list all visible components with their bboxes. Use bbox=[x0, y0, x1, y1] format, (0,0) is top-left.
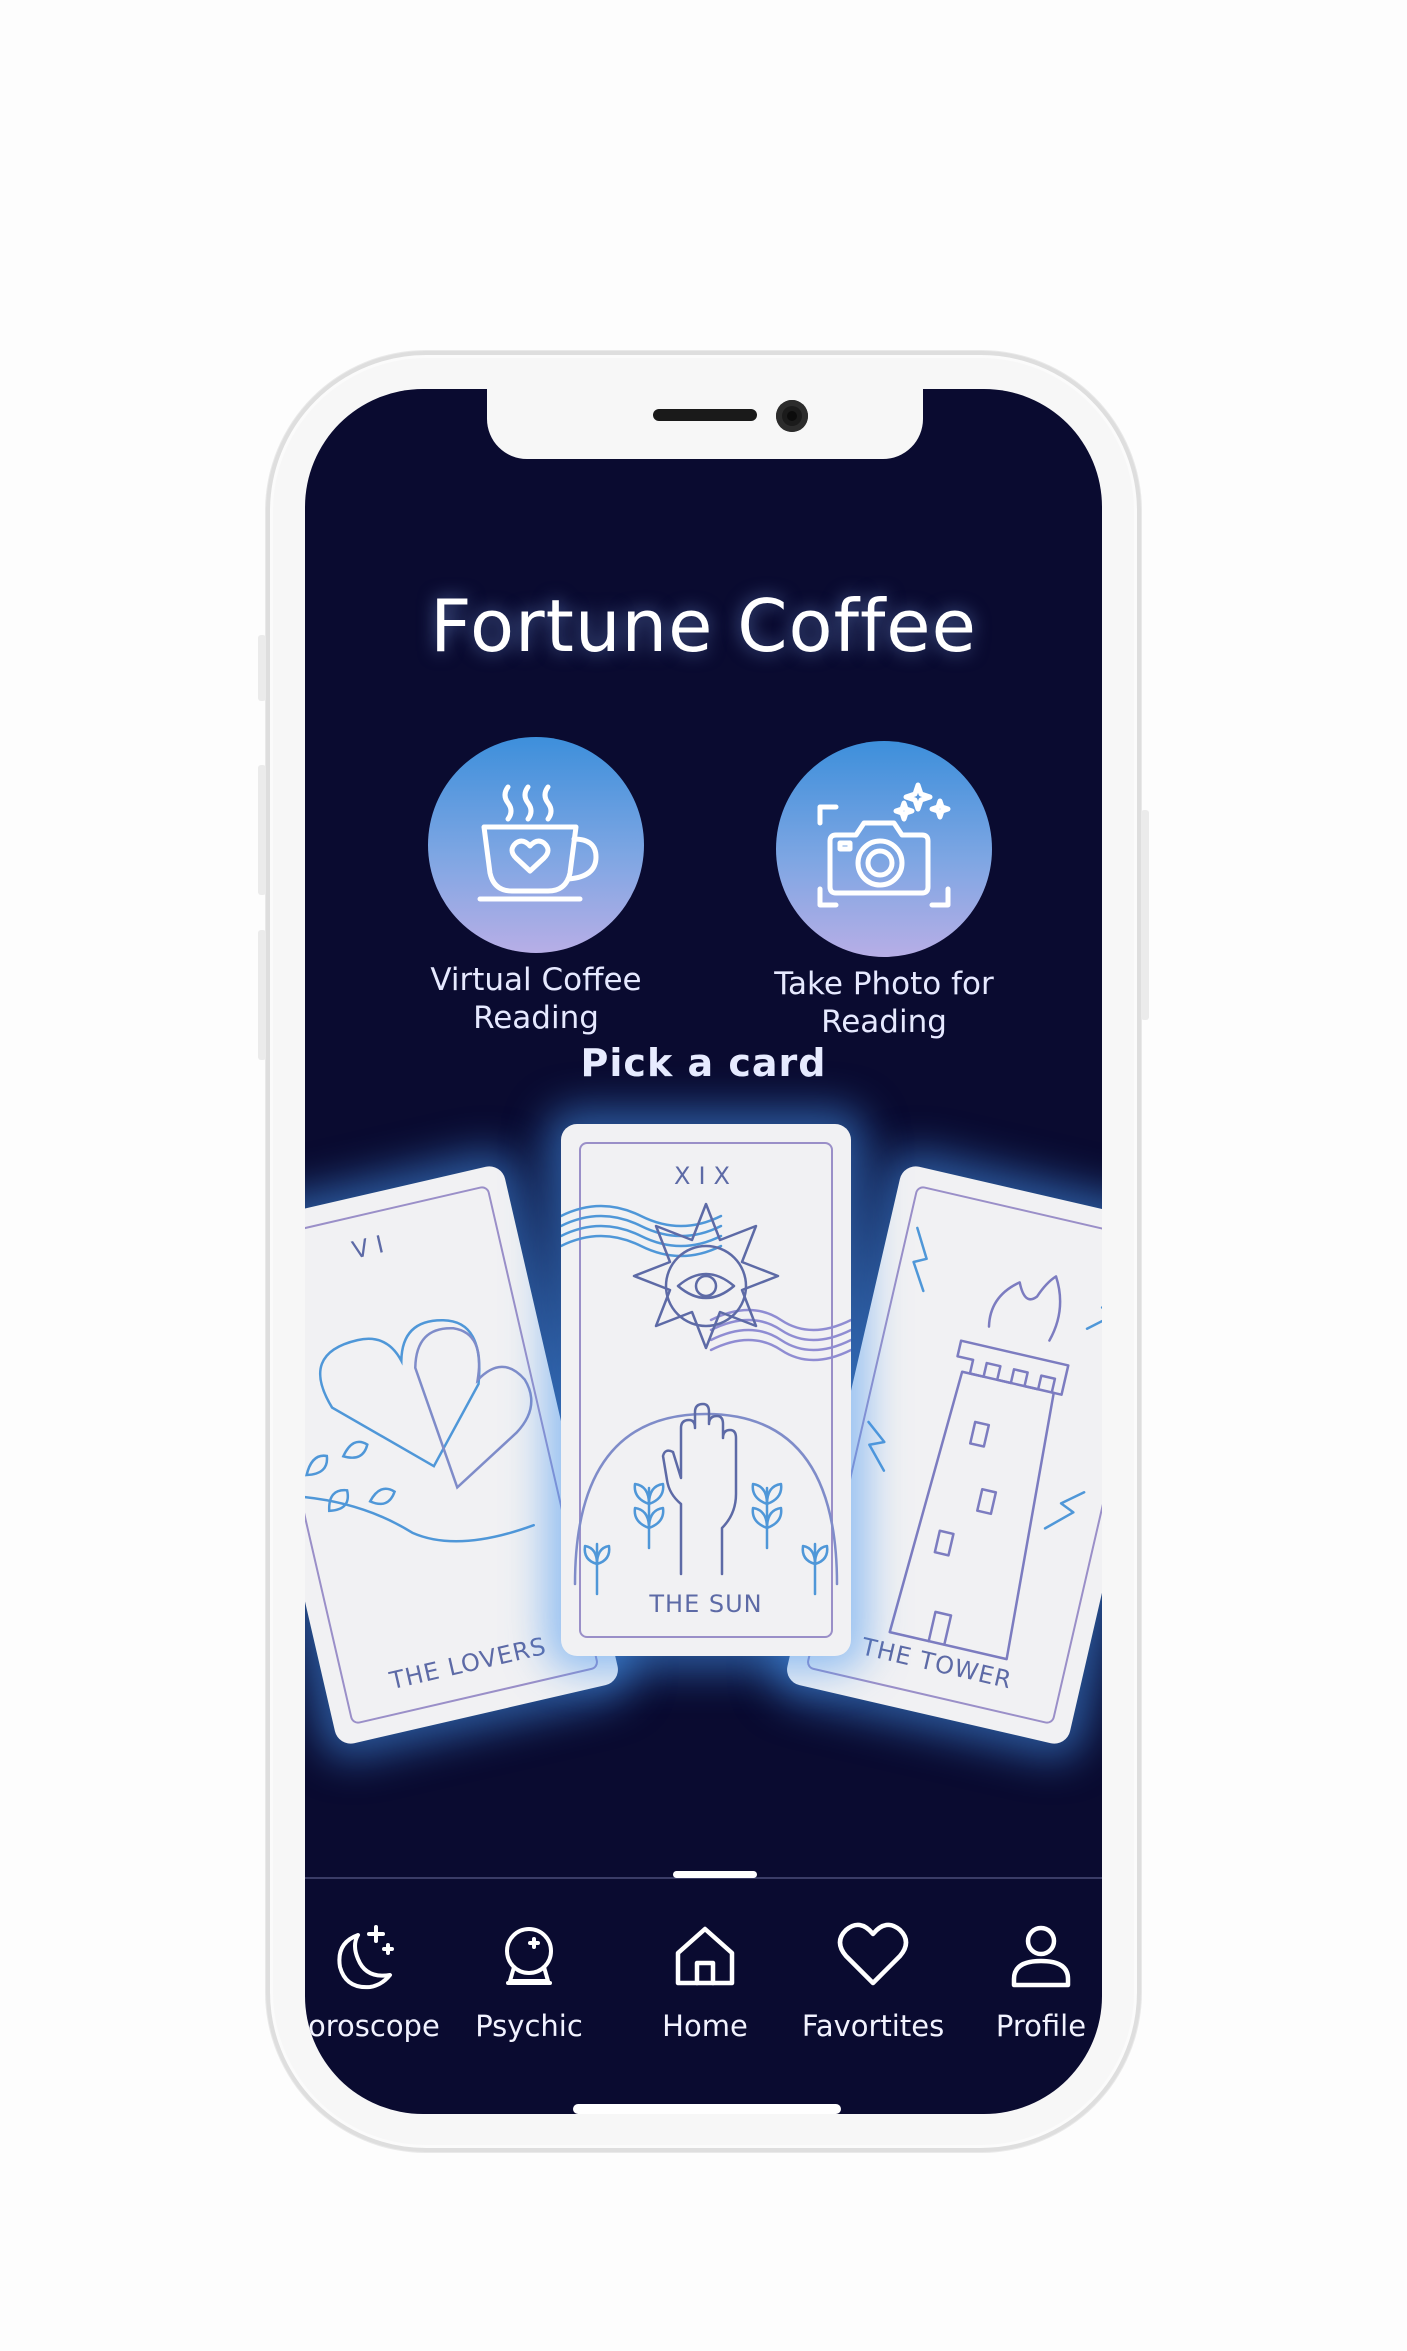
card-the-sun[interactable]: XIX THE SUN bbox=[561, 1124, 851, 1656]
take-photo-label: Take Photo for Reading bbox=[774, 966, 994, 1040]
tab-horoscope[interactable]: Horoscope bbox=[305, 1919, 447, 2043]
virtual-coffee-circle bbox=[428, 737, 644, 953]
virtual-coffee-label: Virtual Coffee Reading bbox=[430, 962, 642, 1036]
notch bbox=[487, 389, 923, 459]
page: Fortune Coffee Virtual Coffee Reading Ta… bbox=[0, 0, 1407, 2351]
pick-a-card-heading: Pick a card bbox=[580, 1041, 827, 1085]
tab-favorites-label: Favortites bbox=[801, 2009, 945, 2043]
volume-down-button bbox=[258, 930, 266, 1060]
take-photo-circle bbox=[776, 741, 992, 957]
power-button bbox=[1141, 810, 1149, 1020]
home-indicator[interactable] bbox=[573, 2104, 841, 2114]
tab-profile[interactable]: Profile bbox=[957, 1919, 1102, 2043]
front-camera bbox=[776, 400, 808, 432]
coffee-cup-heart-icon bbox=[477, 784, 599, 902]
tab-profile-label: Profile bbox=[995, 2009, 1087, 2043]
speaker bbox=[653, 409, 757, 421]
tab-horoscope-label: Horoscope bbox=[305, 2009, 440, 2043]
take-photo-reading-button[interactable]: Take Photo for Reading bbox=[754, 741, 1014, 1041]
camera-sparkle-icon bbox=[817, 782, 951, 908]
heart-icon bbox=[837, 1922, 909, 1986]
moon-stars-icon bbox=[337, 1925, 394, 1990]
home-icon bbox=[675, 1926, 735, 1986]
tab-home-label: Home bbox=[662, 2009, 748, 2043]
tab-home[interactable]: Home bbox=[621, 1919, 789, 2043]
card-name: THE SUN bbox=[649, 1590, 763, 1618]
virtual-coffee-reading-button[interactable]: Virtual Coffee Reading bbox=[406, 737, 666, 1037]
tab-favorites[interactable]: Favortites bbox=[789, 1919, 957, 2043]
crystal-ball-icon bbox=[505, 1927, 553, 1985]
app-title: Fortune Coffee bbox=[430, 584, 977, 668]
active-tab-indicator bbox=[673, 1871, 757, 1878]
app-screen: Fortune Coffee Virtual Coffee Reading Ta… bbox=[305, 389, 1102, 2114]
tab-psychic[interactable]: Psychic bbox=[445, 1919, 613, 2043]
tab-psychic-label: Psychic bbox=[475, 2009, 583, 2043]
user-icon bbox=[1011, 1925, 1071, 1988]
mute-switch bbox=[258, 635, 266, 701]
sun-eye-icon bbox=[561, 1202, 851, 1596]
volume-up-button bbox=[258, 765, 266, 895]
